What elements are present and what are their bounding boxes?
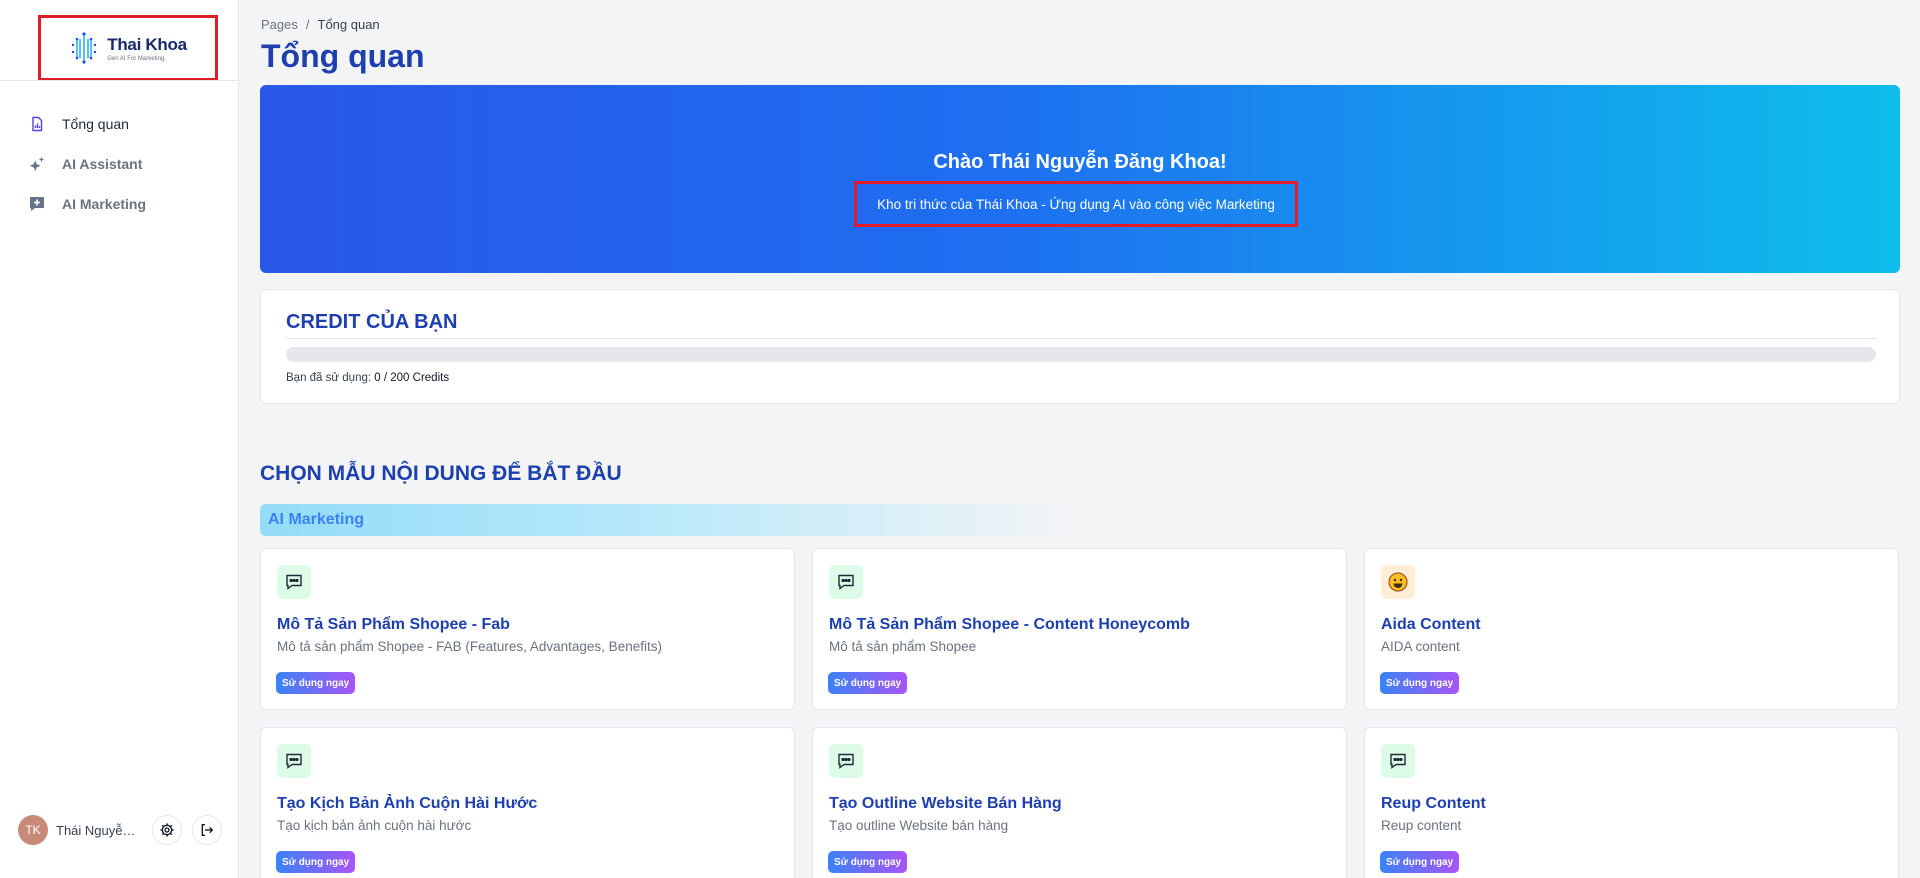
template-card[interactable]: Reup Content Reup content Sử dụng ngay <box>1364 727 1899 878</box>
brand-tagline: Gen AI For Marketing <box>107 55 165 62</box>
credit-card: CREDIT CỦA BẠN Bạn đã sử dụng: 0 / 200 C… <box>260 289 1900 404</box>
sidebar-nav: Tổng quan AI Assistant AI Marketing <box>0 104 239 224</box>
sidebar-item-overview[interactable]: Tổng quan <box>0 104 239 144</box>
user-bar: TK Thái Nguyễn Đăng Khoa <box>18 812 224 848</box>
use-now-button[interactable]: Sử dụng ngay <box>1380 851 1460 873</box>
template-card[interactable]: Tạo Kịch Bản Ảnh Cuộn Hài Hước Tạo kịch b… <box>260 727 795 878</box>
credit-title: CREDIT CỦA BẠN <box>286 311 458 333</box>
avatar[interactable]: TK <box>18 815 48 845</box>
template-grid: Mô Tả Sản Phẩm Shopee - Fab Mô tả sản phẩ… <box>260 548 1900 878</box>
plus-chat-icon <box>28 195 46 213</box>
sidebar-item-ai-assistant[interactable]: AI Assistant <box>0 144 239 184</box>
template-card[interactable]: Mô Tả Sản Phẩm Shopee - Fab Mô tả sản phẩ… <box>260 548 795 710</box>
logout-icon <box>201 824 214 836</box>
template-description: Reup content <box>1381 818 1462 833</box>
credit-progress-bar <box>286 347 1876 362</box>
use-now-button[interactable]: Sử dụng ngay <box>1380 672 1460 694</box>
chat-bubble-icon <box>829 744 863 778</box>
sidebar: Thai Khoa Gen AI For Marketing Tổng quan <box>0 0 239 878</box>
credit-divider <box>286 338 1876 339</box>
breadcrumb-current: Tổng quan <box>317 17 380 32</box>
template-card[interactable]: Mô Tả Sản Phẩm Shopee - Content Honeycom… <box>812 548 1347 710</box>
use-now-button[interactable]: Sử dụng ngay <box>828 851 908 873</box>
template-title: Tạo Kịch Bản Ảnh Cuộn Hài Hước <box>277 795 538 812</box>
template-title: Aida Content <box>1381 616 1481 633</box>
credit-used-label: Bạn đã sử dụng: <box>286 372 372 384</box>
chat-bubble-icon <box>277 565 311 599</box>
template-title: Mô Tả Sản Phẩm Shopee - Fab <box>277 616 510 633</box>
template-title: Tạo Outline Website Bán Hàng <box>829 795 1062 812</box>
sidebar-item-ai-marketing[interactable]: AI Marketing <box>0 184 239 224</box>
category-header: AI Marketing <box>260 504 1070 536</box>
chat-bubble-icon <box>1381 744 1415 778</box>
chat-bubble-icon <box>277 744 311 778</box>
breadcrumb-root[interactable]: Pages <box>261 17 298 32</box>
template-card[interactable]: Aida Content AIDA content Sử dụng ngay <box>1364 548 1899 710</box>
use-now-button[interactable]: Sử dụng ngay <box>276 672 356 694</box>
sidebar-item-label: Tổng quan <box>62 116 129 132</box>
sidebar-divider <box>0 80 239 81</box>
breadcrumb: Pages / Tổng quan <box>261 17 380 32</box>
sparkles-icon <box>28 155 46 173</box>
credit-used-value: 0 / 200 Credits <box>374 372 450 384</box>
document-chart-icon <box>28 115 46 133</box>
template-description: AIDA content <box>1381 639 1460 654</box>
credit-usage-text: Bạn đã sử dụng: 0 / 200 Credits <box>286 372 449 384</box>
sidebar-item-label: AI Marketing <box>62 196 147 212</box>
welcome-banner: Chào Thái Nguyễn Đăng Khoa! Kho tri thức… <box>260 85 1900 273</box>
logout-button[interactable] <box>192 815 222 845</box>
user-name: Thái Nguyễn Đăng Khoa <box>56 822 142 838</box>
category-label: AI Marketing <box>268 511 365 528</box>
sidebar-item-label: AI Assistant <box>62 156 143 172</box>
logo-mark-icon <box>72 32 97 64</box>
settings-button[interactable] <box>152 815 182 845</box>
smiley-icon <box>1381 565 1415 599</box>
template-title: Reup Content <box>1381 795 1486 812</box>
use-now-button[interactable]: Sử dụng ngay <box>828 672 908 694</box>
use-now-button[interactable]: Sử dụng ngay <box>276 851 356 873</box>
template-description: Tạo outline Website bán hàng <box>829 818 1009 833</box>
template-description: Tạo kịch bản ảnh cuộn hài hước <box>277 818 472 833</box>
template-title: Mô Tả Sản Phẩm Shopee - Content Honeycom… <box>829 616 1190 633</box>
page-title: Tổng quan <box>261 38 425 74</box>
template-description: Mô tả sản phẩm Shopee <box>829 639 977 654</box>
brand-name: Thai Khoa <box>107 34 187 54</box>
welcome-subtitle-highlight: Kho tri thức của Thái Khoa - Ứng dụng AI… <box>854 181 1298 227</box>
template-card[interactable]: Tạo Outline Website Bán Hàng Tạo outline … <box>812 727 1347 878</box>
breadcrumb-separator: / <box>305 17 310 32</box>
template-description: Mô tả sản phẩm Shopee - FAB (Features, A… <box>277 639 662 654</box>
gear-icon <box>160 823 174 837</box>
welcome-title: Chào Thái Nguyễn Đăng Khoa! <box>933 151 1227 173</box>
chat-bubble-icon <box>829 565 863 599</box>
brand-logo[interactable]: Thai Khoa Gen AI For Marketing <box>38 15 218 81</box>
welcome-subtitle: Kho tri thức của Thái Khoa - Ứng dụng AI… <box>877 196 1275 212</box>
templates-section-title: CHỌN MẪU NỘI DUNG ĐỂ BẮT ĐẦU <box>260 462 622 485</box>
